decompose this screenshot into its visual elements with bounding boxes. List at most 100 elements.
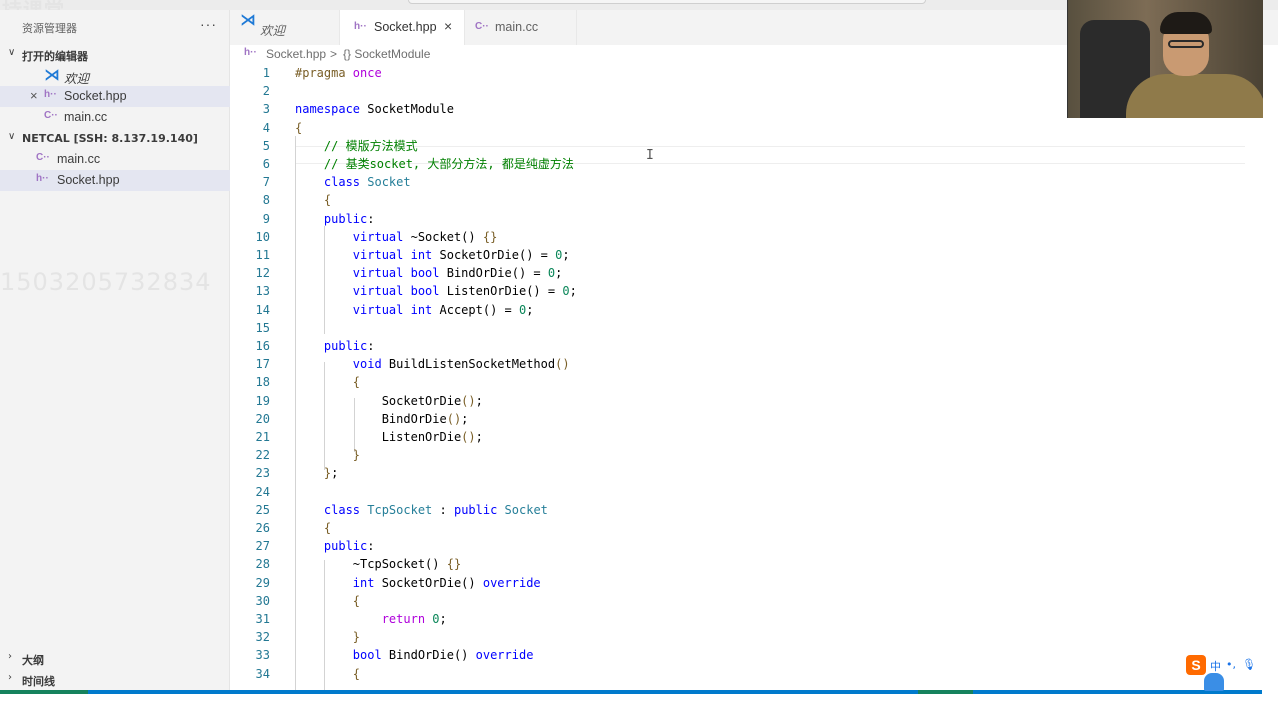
cpp-file-icon: C·· — [44, 110, 58, 121]
close-icon[interactable]: × — [30, 88, 38, 103]
status-item[interactable] — [918, 690, 973, 694]
tab-label: main.cc — [495, 20, 539, 34]
h-file-icon: h·· — [36, 173, 49, 184]
open-editor-socket-hpp[interactable]: × h·· Socket.hpp — [0, 86, 230, 107]
code-text: { — [295, 119, 302, 137]
code-line[interactable]: 21 ListenOrDie(); — [230, 428, 1278, 446]
code-token: () — [446, 411, 462, 426]
command-center[interactable] — [408, 0, 926, 4]
tab-main-cc[interactable]: C·· main.cc — [465, 10, 577, 45]
more-actions-icon[interactable]: ··· — [200, 16, 217, 32]
code-line[interactable]: 4{ — [230, 119, 1278, 137]
code-text: SocketOrDie(); — [295, 392, 483, 410]
code-token: public — [323, 211, 368, 226]
breadcrumb-file[interactable]: Socket.hpp — [266, 47, 326, 61]
sogou-logo-icon[interactable]: S — [1186, 655, 1206, 675]
line-number: 26 — [255, 521, 270, 535]
code-line[interactable]: 8 { — [230, 191, 1278, 209]
code-token: return — [381, 612, 426, 626]
code-token: { — [352, 666, 361, 681]
code-text: public: — [295, 537, 375, 555]
code-line[interactable]: 29 int SocketOrDie() override — [230, 574, 1278, 592]
code-token: virtual int — [352, 302, 433, 317]
code-token: ; — [461, 411, 469, 426]
line-number: 20 — [255, 411, 270, 426]
open-editor-main-cc[interactable]: C·· main.cc — [0, 107, 230, 128]
code-text: bool BindOrDie() override — [295, 646, 534, 664]
code-line[interactable]: 24 — [230, 483, 1278, 501]
line-number: 23 — [255, 466, 270, 481]
code-line[interactable]: 32 } — [230, 628, 1278, 646]
code-token: ; — [331, 466, 339, 481]
code-line[interactable]: 14 virtual int Accept() = 0; — [230, 301, 1278, 319]
code-line[interactable]: 15 — [230, 319, 1278, 337]
tab-welcome[interactable]: ⋊ 欢迎 — [230, 10, 340, 45]
file-socket-hpp[interactable]: h·· Socket.hpp — [0, 170, 230, 191]
workspace-section[interactable]: ∨ NETCAL [SSH: 8.137.19.140] — [0, 128, 230, 149]
remote-indicator[interactable] — [0, 690, 88, 694]
webcam-person-hair — [1160, 12, 1212, 34]
code-line[interactable]: 20 BindOrDie(); — [230, 410, 1278, 428]
code-line[interactable]: 28 ~TcpSocket() {} — [230, 555, 1278, 573]
code-text: BindOrDie(); — [295, 410, 469, 428]
cpp-file-icon: C·· — [475, 21, 489, 32]
line-number: 24 — [255, 484, 270, 499]
code-line[interactable]: 34 { — [230, 665, 1278, 683]
hand-icon[interactable] — [1204, 673, 1224, 691]
code-line[interactable]: 11 virtual int SocketOrDie() = 0; — [230, 246, 1278, 264]
code-line[interactable]: 31 return 0; — [230, 610, 1278, 628]
code-line[interactable]: 5 // 模版方法模式 — [230, 137, 1278, 155]
code-token: ; — [475, 393, 483, 408]
open-editor-welcome[interactable]: ⋊ 欢迎 — [0, 65, 230, 86]
close-icon[interactable]: × — [444, 18, 452, 34]
code-line[interactable]: 17 void BuildListenSocketMethod() — [230, 355, 1278, 373]
code-line[interactable]: 6 // 基类socket, 大部分方法, 都是纯虚方法 — [230, 155, 1278, 173]
code-token: Accept() = — [432, 302, 519, 317]
code-editor[interactable]: 1 #pragma once 2 3 namespace SocketModule 4{5… — [230, 64, 1278, 690]
code-token: SocketOrDie() — [374, 575, 483, 590]
tab-socket-hpp[interactable]: h·· Socket.hpp × — [340, 10, 465, 45]
open-editors-section[interactable]: ∨ 打开的编辑器 — [0, 44, 230, 65]
code-line[interactable]: 18 { — [230, 373, 1278, 391]
code-token: BindOrDie() — [381, 648, 476, 663]
code-line[interactable]: 9 public: — [230, 210, 1278, 228]
line-number: 34 — [255, 666, 270, 681]
mic-icon[interactable]: 🎙 — [1242, 658, 1256, 671]
file-main-cc[interactable]: C·· main.cc — [0, 149, 230, 170]
code-line[interactable]: 10 virtual ~Socket() {} — [230, 228, 1278, 246]
breadcrumb-symbol[interactable]: {} SocketModule — [343, 47, 430, 61]
code-text: // 模版方法模式 — [295, 137, 418, 155]
code-token: () — [555, 357, 570, 372]
code-line[interactable]: 16 public: — [230, 337, 1278, 355]
code-token: ; — [439, 612, 447, 626]
code-line[interactable]: 13 virtual bool ListenOrDie() = 0; — [230, 282, 1278, 300]
code-line[interactable]: 23 }; — [230, 464, 1278, 482]
code-token: {} — [482, 229, 498, 244]
code-token: bool — [352, 648, 382, 663]
outline-section[interactable]: › 大纲 — [0, 648, 230, 669]
code-line[interactable]: 19 SocketOrDie(); — [230, 392, 1278, 410]
code-line[interactable]: 12 virtual bool BindOrDie() = 0; — [230, 264, 1278, 282]
code-line[interactable]: 27 public: — [230, 537, 1278, 555]
code-token: : — [367, 339, 375, 353]
code-line[interactable]: 30 { — [230, 592, 1278, 610]
code-line[interactable]: 26 { — [230, 519, 1278, 537]
code-line[interactable]: 22 } — [230, 446, 1278, 464]
code-line[interactable]: 33 bool BindOrDie() override — [230, 646, 1278, 664]
line-number: 18 — [255, 375, 270, 390]
timeline-section[interactable]: › 时间线 — [0, 669, 230, 690]
ime-lang[interactable]: 中 — [1210, 658, 1221, 674]
code-token: // 模版方法模式 — [323, 138, 418, 153]
ime-toolbar[interactable]: S 中 •, 🎙 — [1186, 655, 1264, 691]
ime-punct[interactable]: •, — [1226, 658, 1236, 671]
code-line[interactable]: 25 class TcpSocket : public Socket — [230, 501, 1278, 519]
code-line[interactable]: 7 class Socket — [230, 173, 1278, 191]
